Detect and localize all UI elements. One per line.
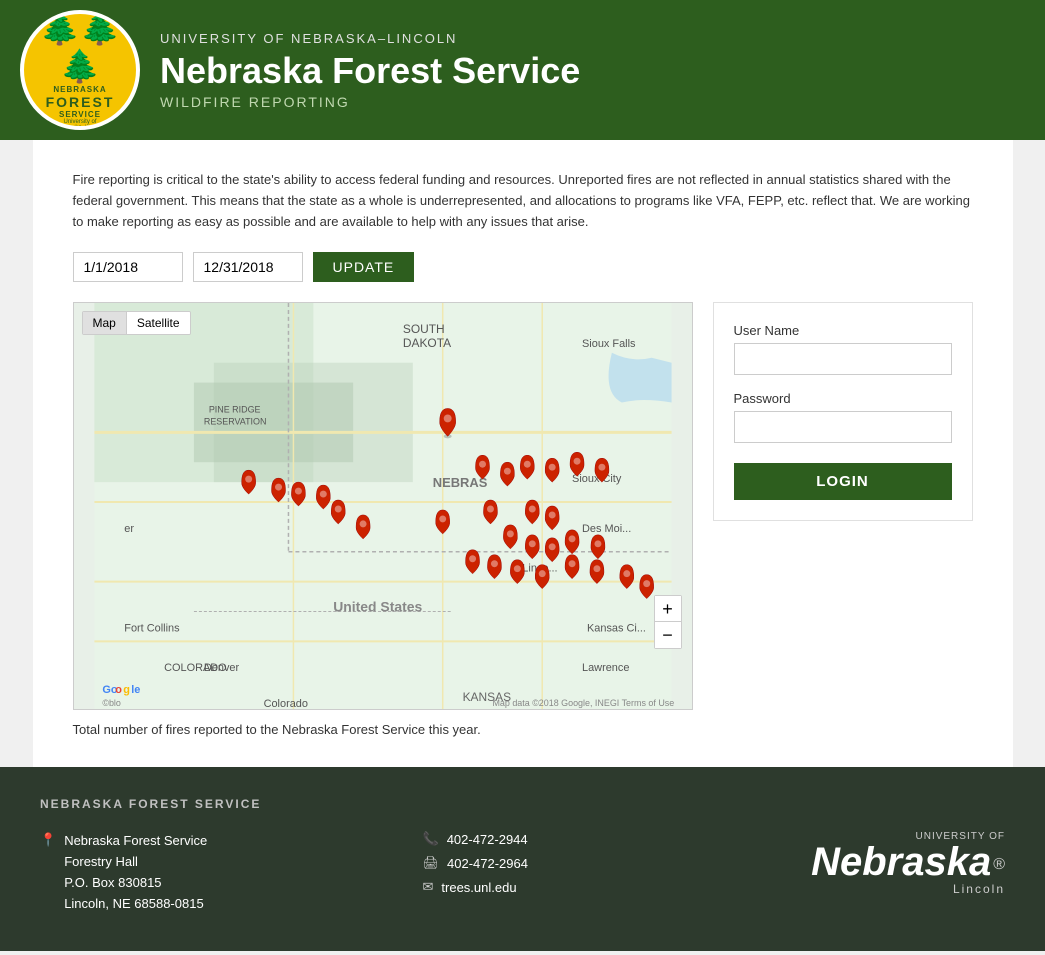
svg-text:COLORADO: COLORADO <box>164 663 227 675</box>
footer-columns: 📍 Nebraska Forest Service Forestry Hall … <box>40 831 1005 920</box>
unl-logo-main: Nebraska <box>811 842 991 882</box>
location-icon: 📍 <box>40 832 56 848</box>
svg-text:Fort Collins: Fort Collins <box>124 623 180 635</box>
email-icon: ✉ <box>423 879 434 895</box>
login-button[interactable]: LOGIN <box>734 463 952 500</box>
logo-nebraska-text: NEBRASKA <box>24 85 136 94</box>
date-controls: UPDATE <box>73 252 973 282</box>
footer-logo-col: UNIVERSITY OF Nebraska ® Lincoln <box>805 831 1005 896</box>
username-label: User Name <box>734 323 952 338</box>
svg-text:le: le <box>131 684 140 696</box>
update-button[interactable]: UPDATE <box>313 252 415 282</box>
header-text-block: UNIVERSITY OF NEBRASKA–LINCOLN Nebraska … <box>160 31 580 110</box>
footer-section-title: NEBRASKA FOREST SERVICE <box>40 797 1005 811</box>
svg-text:DAKOTA: DAKOTA <box>402 336 450 350</box>
footer-contact-col: 📞 402-472-2944 🖨 402-472-2964 ✉ trees.un… <box>423 831 806 903</box>
site-subtitle: WILDFIRE REPORTING <box>160 94 580 110</box>
svg-text:Colorado: Colorado <box>263 698 307 709</box>
map-zoom-controls: + − <box>654 595 682 649</box>
svg-text:©blo: ©blo <box>102 698 121 708</box>
footer-address-line2: P.O. Box 830815 <box>64 873 207 894</box>
footer-phone1-item: 📞 402-472-2944 <box>423 831 806 847</box>
svg-text:United States: United States <box>333 599 422 615</box>
svg-text:g: g <box>123 684 130 696</box>
site-footer: NEBRASKA FOREST SERVICE 📍 Nebraska Fores… <box>0 767 1045 950</box>
map-container: Map Satellite <box>73 302 693 710</box>
unl-logo-lincoln: Lincoln <box>811 882 1005 896</box>
description-text: Fire reporting is critical to the state'… <box>73 170 973 232</box>
svg-text:PINE RIDGE: PINE RIDGE <box>208 405 260 415</box>
site-header: 🌲🌲🌲 NEBRASKA FOREST SERVICE University o… <box>0 0 1045 140</box>
footer-email: trees.unl.edu <box>441 880 516 895</box>
svg-text:Sioux Falls: Sioux Falls <box>582 338 636 350</box>
phone-icon: 📞 <box>423 831 439 847</box>
logo-trees-icon: 🌲🌲🌲 <box>24 10 136 85</box>
password-input[interactable] <box>734 411 952 443</box>
footer-address-line1: Forestry Hall <box>64 852 207 873</box>
end-date-input[interactable] <box>193 252 303 282</box>
svg-text:RESERVATION: RESERVATION <box>203 417 266 427</box>
password-label: Password <box>734 391 952 406</box>
site-logo: 🌲🌲🌲 NEBRASKA FOREST SERVICE University o… <box>20 10 140 130</box>
logo-forest-text: FOREST <box>24 94 136 110</box>
svg-text:o: o <box>115 684 122 696</box>
footer-phone1: 402-472-2944 <box>447 832 528 847</box>
registered-mark: ® <box>993 856 1005 873</box>
login-panel: User Name Password LOGIN <box>713 302 973 521</box>
main-content: Fire reporting is critical to the state'… <box>33 140 1013 767</box>
logo-service-text: SERVICE <box>24 110 136 119</box>
svg-text:SOUTH: SOUTH <box>402 322 444 336</box>
logo-unl-text: University ofNebraska–Lincoln <box>24 119 136 130</box>
username-group: User Name <box>734 323 952 375</box>
map-svg: SOUTH DAKOTA Sioux Falls Sioux City NEBR… <box>74 303 692 709</box>
svg-text:Map data ©2018 Google, INEGI: Map data ©2018 Google, INEGI Terms of Us… <box>492 698 674 708</box>
map-type-controls: Map Satellite <box>82 311 191 335</box>
unl-footer-logo: UNIVERSITY OF Nebraska ® Lincoln <box>811 831 1005 896</box>
username-input[interactable] <box>734 343 952 375</box>
total-fires-text: Total number of fires reported to the Ne… <box>73 722 973 737</box>
svg-text:NEBRAS: NEBRAS <box>432 475 487 490</box>
start-date-input[interactable] <box>73 252 183 282</box>
map-tab-map[interactable]: Map <box>83 312 127 334</box>
site-title: Nebraska Forest Service <box>160 50 580 92</box>
svg-text:er: er <box>124 523 134 535</box>
footer-org-item: 📍 Nebraska Forest Service Forestry Hall … <box>40 831 423 914</box>
zoom-out-button[interactable]: − <box>655 622 681 648</box>
footer-org-name: Nebraska Forest Service <box>64 831 207 852</box>
password-group: Password <box>734 391 952 443</box>
footer-address-line3: Lincoln, NE 68588-0815 <box>64 894 207 915</box>
footer-phone2: 402-472-2964 <box>447 856 528 871</box>
fax-icon: 🖨 <box>423 855 440 871</box>
zoom-in-button[interactable]: + <box>655 596 681 622</box>
svg-text:Des Moi...: Des Moi... <box>582 523 631 535</box>
map-tab-satellite[interactable]: Satellite <box>127 312 190 334</box>
svg-text:Kansas Ci...: Kansas Ci... <box>586 623 645 635</box>
svg-text:Lawrence: Lawrence <box>582 663 629 675</box>
map-login-row: Map Satellite <box>73 302 973 710</box>
footer-phone2-item: 🖨 402-472-2964 <box>423 855 806 871</box>
footer-address-col: 📍 Nebraska Forest Service Forestry Hall … <box>40 831 423 920</box>
footer-email-item: ✉ trees.unl.edu <box>423 879 806 895</box>
university-name: UNIVERSITY OF NEBRASKA–LINCOLN <box>160 31 580 46</box>
